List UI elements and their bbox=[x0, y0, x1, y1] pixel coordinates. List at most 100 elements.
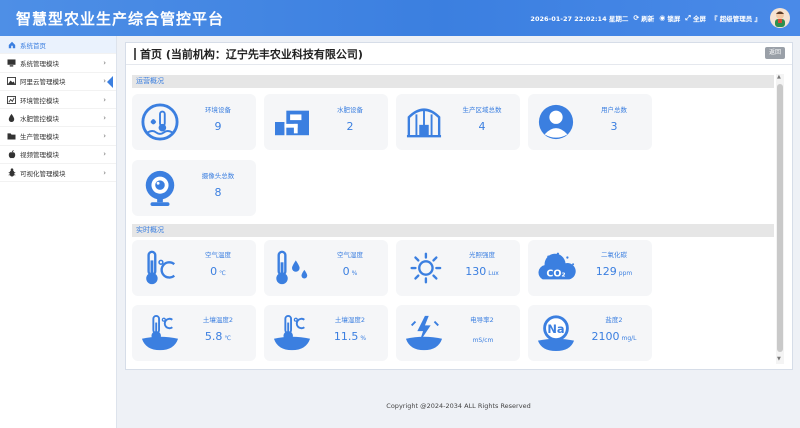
ops-card-production-areas: 生产区域总数 4 bbox=[396, 94, 520, 150]
sun-icon bbox=[402, 247, 446, 289]
avatar[interactable] bbox=[770, 8, 790, 28]
chevron-right-icon: › bbox=[103, 58, 106, 67]
image-icon bbox=[7, 77, 16, 86]
value-unit: mS/cm bbox=[472, 337, 494, 344]
card-label: 水肥设备 bbox=[337, 106, 363, 114]
vertical-scrollbar[interactable]: ▲ ▼ bbox=[776, 74, 784, 364]
main-panel: 首页 (当前机构：辽宁先丰农业科技有限公司) 返回 运营概况 环境设备 9 水肥… bbox=[125, 42, 793, 370]
card-value: 11.5% bbox=[320, 330, 380, 343]
section-realtime-title: 实时概况 bbox=[132, 224, 774, 237]
sidebar-item-home[interactable]: 系统首页 bbox=[0, 36, 116, 55]
card-value: 2100 mg/L bbox=[584, 330, 644, 343]
card-label: 用户总数 bbox=[601, 106, 627, 114]
card-value: 4 bbox=[478, 120, 486, 133]
fullscreen-label: 全屏 bbox=[692, 15, 706, 23]
sidebar-item-visualization[interactable]: 可视化管理模块 › bbox=[0, 164, 116, 183]
refresh-label: 刷新 bbox=[641, 15, 655, 23]
section-ops-title: 运营概况 bbox=[132, 75, 774, 88]
sidebar-item-production[interactable]: 生产管理模块 › bbox=[0, 127, 116, 146]
chevron-right-icon: › bbox=[103, 150, 106, 159]
card-value: 8 bbox=[214, 186, 222, 199]
svg-text:Na: Na bbox=[547, 322, 564, 336]
bug-icon bbox=[7, 168, 16, 177]
value-number: 0 bbox=[210, 265, 218, 278]
value-number: 130 bbox=[465, 265, 487, 278]
card-value: mS/cm bbox=[452, 332, 512, 345]
card-value: 0 ℃ bbox=[188, 265, 248, 278]
co2-icon: CO₂ bbox=[534, 247, 578, 289]
value-unit: Lux bbox=[488, 270, 499, 277]
sidebar-item-label: 可视化管理模块 bbox=[20, 169, 66, 178]
refresh-icon: ⟳ bbox=[633, 14, 640, 22]
value-number: 5.8 bbox=[204, 330, 223, 343]
card-label: 光照强度 bbox=[469, 251, 495, 259]
value-unit: ppm bbox=[618, 270, 633, 277]
card-value: 0% bbox=[320, 265, 380, 278]
lock-button[interactable]: ◉ 锁屏 bbox=[659, 13, 680, 23]
realtime-card-co2: CO₂ 二氧化碳 129 ppm bbox=[528, 240, 652, 296]
sidebar: 系统首页 系统管理模块 › 阿里云管理模块 › 环境管控模块 › 水肥管控模块 … bbox=[0, 36, 117, 428]
sidebar-item-water-fertilizer[interactable]: 水肥管控模块 › bbox=[0, 109, 116, 128]
value-number: 11.5 bbox=[333, 330, 359, 343]
soil-humidity-icon bbox=[270, 312, 314, 354]
conductivity-icon bbox=[402, 312, 446, 354]
chevron-right-icon: › bbox=[103, 77, 106, 86]
sidebar-item-label: 视频管理模块 bbox=[20, 151, 59, 160]
refresh-button[interactable]: ⟳ 刷新 bbox=[633, 13, 654, 23]
camera-icon bbox=[138, 167, 182, 209]
chevron-right-icon: › bbox=[103, 113, 106, 122]
value-unit: % bbox=[360, 335, 367, 342]
card-label: 摄像头总数 bbox=[201, 172, 235, 180]
lock-label: 锁屏 bbox=[667, 15, 681, 23]
chevron-right-icon: › bbox=[103, 132, 106, 141]
sidebar-item-label: 生产管理模块 bbox=[20, 133, 59, 142]
ops-card-cameras: 摄像头总数 8 bbox=[132, 160, 256, 216]
sidebar-item-aliyun[interactable]: 阿里云管理模块 › bbox=[0, 73, 116, 91]
datetime: 2026-01-27 22:02:14 星期二 bbox=[530, 15, 629, 23]
title-accent-bar bbox=[134, 47, 136, 60]
lock-icon: ◉ bbox=[659, 14, 666, 22]
salinity-icon: Na bbox=[534, 312, 578, 354]
chart-icon bbox=[7, 95, 16, 104]
top-header: 智慧型农业生产综合管控平台 2026-01-27 22:02:14 星期二 ⟳ … bbox=[0, 0, 800, 36]
scroll-up-icon[interactable]: ▲ bbox=[777, 74, 781, 80]
realtime-card-conductivity: 电导率2 mS/cm bbox=[396, 305, 520, 361]
user-menu[interactable]: 『 超级管理员 』 bbox=[711, 13, 761, 23]
page-header: 首页 (当前机构：辽宁先丰农业科技有限公司) bbox=[126, 43, 792, 65]
realtime-card-salinity: Na 盐度2 2100 mg/L bbox=[528, 305, 652, 361]
sidebar-item-label: 阿里云管理模块 bbox=[20, 78, 66, 87]
soil-temperature-icon bbox=[138, 312, 182, 354]
card-label: 土壤湿度2 bbox=[334, 316, 366, 324]
air-temperature-icon bbox=[138, 247, 182, 289]
card-label: 电导率2 bbox=[470, 316, 494, 324]
air-humidity-icon bbox=[270, 247, 314, 289]
header-toolbar: 2026-01-27 22:02:14 星期二 ⟳ 刷新 ◉ 锁屏 ⤢ 全屏 『… bbox=[530, 0, 790, 36]
fullscreen-button[interactable]: ⤢ 全屏 bbox=[685, 13, 706, 24]
card-label: 生产区域总数 bbox=[462, 106, 502, 114]
realtime-card-air-humidity: 空气湿度 0% bbox=[264, 240, 388, 296]
sidebar-item-label: 系统首页 bbox=[20, 41, 46, 50]
chevron-right-icon: › bbox=[103, 95, 106, 104]
svg-text:CO₂: CO₂ bbox=[546, 269, 565, 280]
water-temperature-icon bbox=[138, 101, 182, 143]
sidebar-item-label: 系统管理模块 bbox=[20, 59, 59, 68]
page-title: 首页 (当前机构：辽宁先丰农业科技有限公司) bbox=[140, 47, 363, 61]
folder-icon bbox=[7, 132, 16, 141]
sidebar-item-environment[interactable]: 环境管控模块 › bbox=[0, 91, 116, 110]
back-button[interactable]: 返回 bbox=[764, 47, 785, 59]
ops-card-water-fertilizer-devices: 水肥设备 2 bbox=[264, 94, 388, 150]
card-value: 3 bbox=[610, 120, 618, 133]
footer-copyright: Copyright @2024-2034 ALL Rights Reserved bbox=[386, 402, 531, 410]
scrollbar-thumb[interactable] bbox=[777, 84, 783, 352]
value-unit: % bbox=[351, 270, 358, 277]
home-icon bbox=[7, 40, 16, 49]
scroll-down-icon[interactable]: ▼ bbox=[777, 356, 781, 362]
sidebar-item-video[interactable]: 视频管理模块 › bbox=[0, 146, 116, 165]
chevron-right-icon: › bbox=[103, 168, 106, 177]
water-fertilizer-device-icon bbox=[270, 101, 314, 143]
greenhouse-icon bbox=[402, 101, 446, 143]
value-unit: ℃ bbox=[219, 270, 226, 277]
realtime-card-soil-temperature: 土壤温度2 5.8 ℃ bbox=[132, 305, 256, 361]
sidebar-item-system[interactable]: 系统管理模块 › bbox=[0, 54, 116, 73]
realtime-card-air-temperature: 空气温度 0 ℃ bbox=[132, 240, 256, 296]
